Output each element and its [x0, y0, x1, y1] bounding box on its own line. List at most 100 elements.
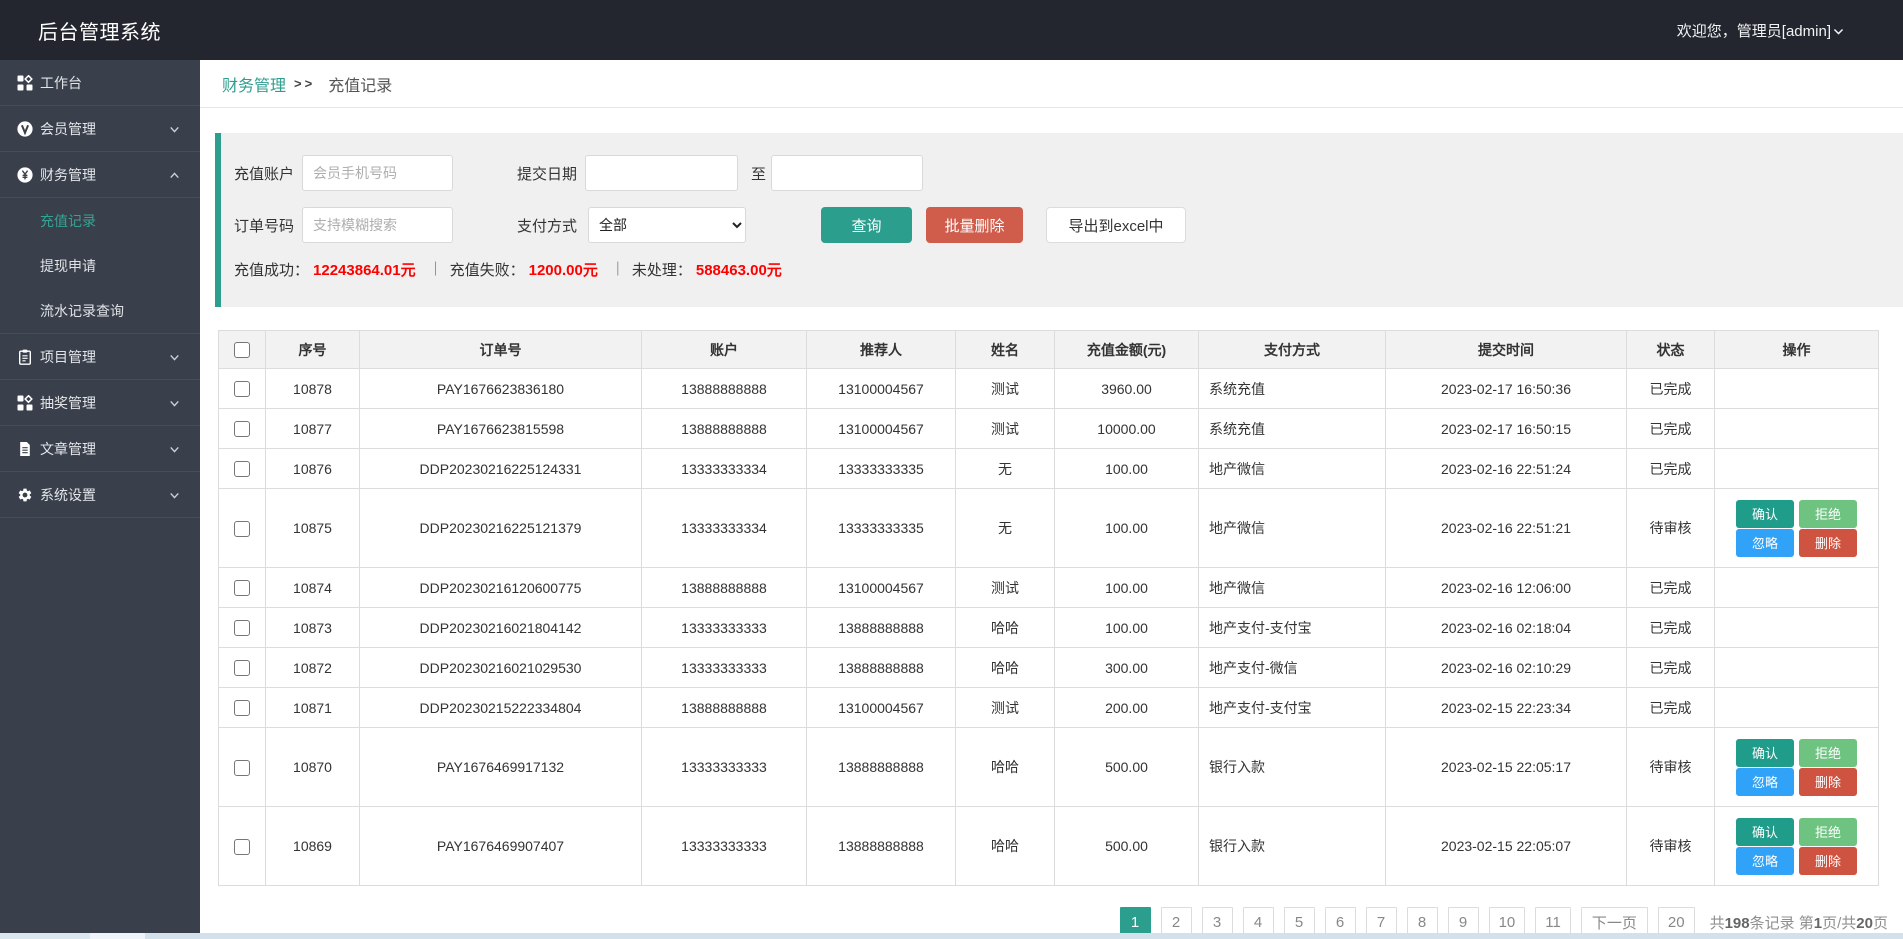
cell-account: 13333333333 [642, 648, 807, 688]
recharge-account-input[interactable] [302, 155, 453, 191]
ignore-button[interactable]: 忽略 [1736, 768, 1794, 796]
sidebar-item-settings[interactable]: 系统设置 [0, 472, 200, 518]
reject-button[interactable]: 拒绝 [1799, 818, 1857, 846]
chevron-down-icon [169, 490, 180, 501]
cell-referrer: 13100004567 [807, 688, 956, 728]
sidebar-item-article[interactable]: 文章管理 [0, 426, 200, 472]
query-button[interactable]: 查询 [821, 207, 912, 243]
col-header-pay-method: 支付方式 [1199, 331, 1386, 369]
cell-id: 10869 [266, 807, 360, 886]
cell-status: 已完成 [1627, 568, 1715, 608]
horizontal-scrollbar[interactable] [0, 933, 1903, 939]
cell-name: 哈哈 [956, 728, 1055, 807]
cell-order-no: DDP20230216120600775 [360, 568, 642, 608]
order-number-input[interactable] [302, 207, 453, 243]
account-menu[interactable]: 欢迎您，管理员[admin] [1677, 20, 1903, 41]
reject-button[interactable]: 拒绝 [1799, 500, 1857, 528]
finance-submenu: 充值记录 提现申请 流水记录查询 [0, 198, 200, 334]
cell-actions: 确认拒绝忽略删除 [1715, 807, 1879, 886]
welcome-text: 欢迎您，管理员[admin] [1677, 20, 1831, 41]
confirm-button[interactable]: 确认 [1736, 818, 1794, 846]
cell-pay-method: 系统充值 [1199, 409, 1386, 449]
row-checkbox[interactable] [234, 839, 250, 855]
ignore-button[interactable]: 忽略 [1736, 529, 1794, 557]
cell-status: 待审核 [1627, 728, 1715, 807]
cell-actions [1715, 449, 1879, 489]
cell-referrer: 13888888888 [807, 728, 956, 807]
breadcrumb-parent[interactable]: 财务管理 [222, 72, 286, 96]
confirm-button[interactable]: 确认 [1736, 500, 1794, 528]
col-header-order-no: 订单号 [360, 331, 642, 369]
filter-row-1: 充值账户 提交日期 至 [234, 155, 1903, 191]
summary-fail-label: 充值失败： [450, 259, 525, 280]
date-to-input[interactable] [771, 155, 923, 191]
cell-referrer: 13888888888 [807, 608, 956, 648]
sidebar-item-label: 文章管理 [40, 439, 96, 459]
reject-button[interactable]: 拒绝 [1799, 739, 1857, 767]
pagination-total-part: 共 [1710, 915, 1725, 932]
cell-time: 2023-02-17 16:50:15 [1386, 409, 1627, 449]
cell-status: 已完成 [1627, 608, 1715, 648]
summary-line: 充值成功： 12243864.01元 ｜ 充值失败： 1200.00元 ｜ 未处… [234, 259, 1903, 279]
cell-id: 10875 [266, 489, 360, 568]
pay-method-select[interactable]: 全部 [588, 207, 746, 243]
row-checkbox[interactable] [234, 760, 250, 776]
cell-id: 10878 [266, 369, 360, 409]
sidebar-subitem-recharge-records[interactable]: 充值记录 [0, 198, 200, 243]
delete-button[interactable]: 删除 [1799, 847, 1857, 875]
select-all-checkbox[interactable] [234, 342, 250, 358]
sidebar-item-label: 财务管理 [40, 165, 96, 185]
confirm-button[interactable]: 确认 [1736, 739, 1794, 767]
cell-status: 待审核 [1627, 489, 1715, 568]
cell-name: 哈哈 [956, 807, 1055, 886]
row-checkbox[interactable] [234, 461, 250, 477]
cell-status: 已完成 [1627, 688, 1715, 728]
cell-referrer: 13100004567 [807, 568, 956, 608]
col-header-id: 序号 [266, 331, 360, 369]
row-checkbox[interactable] [234, 421, 250, 437]
delete-button[interactable]: 删除 [1799, 529, 1857, 557]
pagination-total-part: 页 [1873, 915, 1888, 932]
sidebar-item-project[interactable]: 项目管理 [0, 334, 200, 380]
col-header-name: 姓名 [956, 331, 1055, 369]
row-actions: 确认拒绝忽略删除 [1715, 739, 1878, 796]
cell-referrer: 13100004567 [807, 409, 956, 449]
sidebar-item-finance[interactable]: 财务管理 [0, 152, 200, 198]
sidebar-item-label: 系统设置 [40, 485, 96, 505]
ignore-button[interactable]: 忽略 [1736, 847, 1794, 875]
cell-time: 2023-02-15 22:05:07 [1386, 807, 1627, 886]
table-row: 10877PAY16766238155981388888888813100004… [219, 409, 1879, 449]
row-checkbox[interactable] [234, 700, 250, 716]
cell-pay-method: 地产微信 [1199, 568, 1386, 608]
breadcrumb-separator: >> [294, 76, 315, 91]
delete-button[interactable]: 删除 [1799, 768, 1857, 796]
sidebar-subitem-flow-query[interactable]: 流水记录查询 [0, 288, 200, 333]
cell-account: 13333333333 [642, 807, 807, 886]
cell-actions: 确认拒绝忽略删除 [1715, 728, 1879, 807]
date-from-input[interactable] [585, 155, 738, 191]
export-excel-button[interactable]: 导出到excel中 [1046, 207, 1186, 243]
sidebar-item-lottery[interactable]: 抽奖管理 [0, 380, 200, 426]
cell-account: 13888888888 [642, 409, 807, 449]
row-checkbox[interactable] [234, 580, 250, 596]
sidebar-item-label: 抽奖管理 [40, 393, 96, 413]
col-header-status: 状态 [1627, 331, 1715, 369]
row-checkbox[interactable] [234, 381, 250, 397]
cell-referrer: 13100004567 [807, 369, 956, 409]
row-checkbox[interactable] [234, 620, 250, 636]
records-table: 序号 订单号 账户 推荐人 姓名 充值金额(元) 支付方式 提交时间 状态 操作… [218, 330, 1879, 886]
sidebar-subitem-withdraw-apply[interactable]: 提现申请 [0, 243, 200, 288]
cell-actions: 确认拒绝忽略删除 [1715, 489, 1879, 568]
row-checkbox[interactable] [234, 660, 250, 676]
col-header-referrer: 推荐人 [807, 331, 956, 369]
col-header-amount: 充值金额(元) [1055, 331, 1199, 369]
pagination-total-part: 1 [1814, 915, 1822, 932]
checkbox [219, 648, 266, 688]
sidebar-item-workbench[interactable]: 工作台 [0, 60, 200, 106]
cell-account: 13888888888 [642, 688, 807, 728]
row-checkbox[interactable] [234, 521, 250, 537]
cell-status: 已完成 [1627, 648, 1715, 688]
batch-delete-button[interactable]: 批量删除 [926, 207, 1023, 243]
cell-name: 哈哈 [956, 608, 1055, 648]
sidebar-item-member[interactable]: 会员管理 [0, 106, 200, 152]
